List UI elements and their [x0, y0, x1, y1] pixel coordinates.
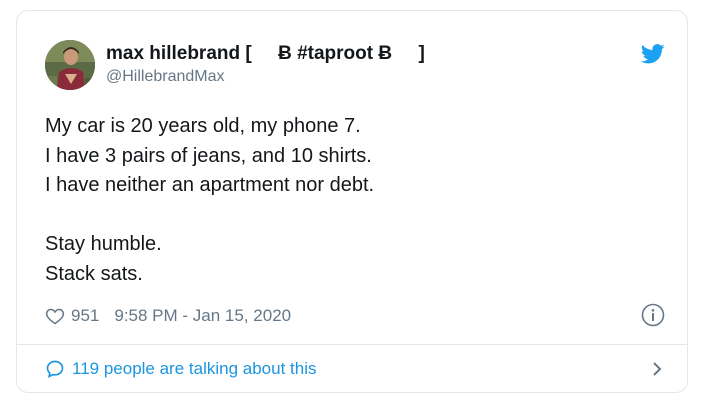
timestamp[interactable]: 9:58 PM - Jan 15, 2020	[114, 306, 291, 326]
author-names[interactable]: max hillebrand [ Ƀ #taproot Ƀ ] @Hillebr…	[106, 42, 425, 87]
twitter-bird-icon[interactable]	[641, 44, 665, 64]
tweet-line: I have 3 pairs of jeans, and 10 shirts.	[45, 144, 372, 167]
tweet-text: My car is 20 years old, my phone 7. I ha…	[45, 112, 665, 289]
chevron-right-icon[interactable]	[649, 359, 665, 379]
conversation-link[interactable]: 119 people are talking about this	[45, 356, 665, 382]
avatar-photo	[45, 40, 95, 90]
heart-icon[interactable]	[45, 306, 65, 326]
speech-bubble-icon	[46, 360, 64, 379]
tweet-line: Stay humble.	[45, 233, 162, 255]
avatar[interactable]	[45, 40, 95, 90]
display-name[interactable]: max hillebrand [ Ƀ #taproot Ƀ ]	[106, 42, 425, 66]
tweet-line: My car is 20 years old, my phone 7.	[45, 115, 361, 137]
info-icon[interactable]	[641, 303, 665, 327]
tweet-header: max hillebrand [ Ƀ #taproot Ƀ ] @Hillebr…	[45, 40, 665, 90]
divider	[17, 344, 687, 345]
tweet-card: max hillebrand [ Ƀ #taproot Ƀ ] @Hillebr…	[16, 10, 688, 393]
tweet-line: Stack sats.	[45, 262, 143, 285]
user-handle[interactable]: @HillebrandMax	[106, 67, 425, 87]
like-count[interactable]: 951	[71, 306, 99, 326]
tweet-line	[45, 201, 665, 231]
tweet-line: I have neither an apartment nor debt.	[45, 174, 375, 196]
conversation-label[interactable]: 119 people are talking about this	[72, 359, 316, 379]
tweet-meta: 951 9:58 PM - Jan 15, 2020	[45, 303, 665, 329]
